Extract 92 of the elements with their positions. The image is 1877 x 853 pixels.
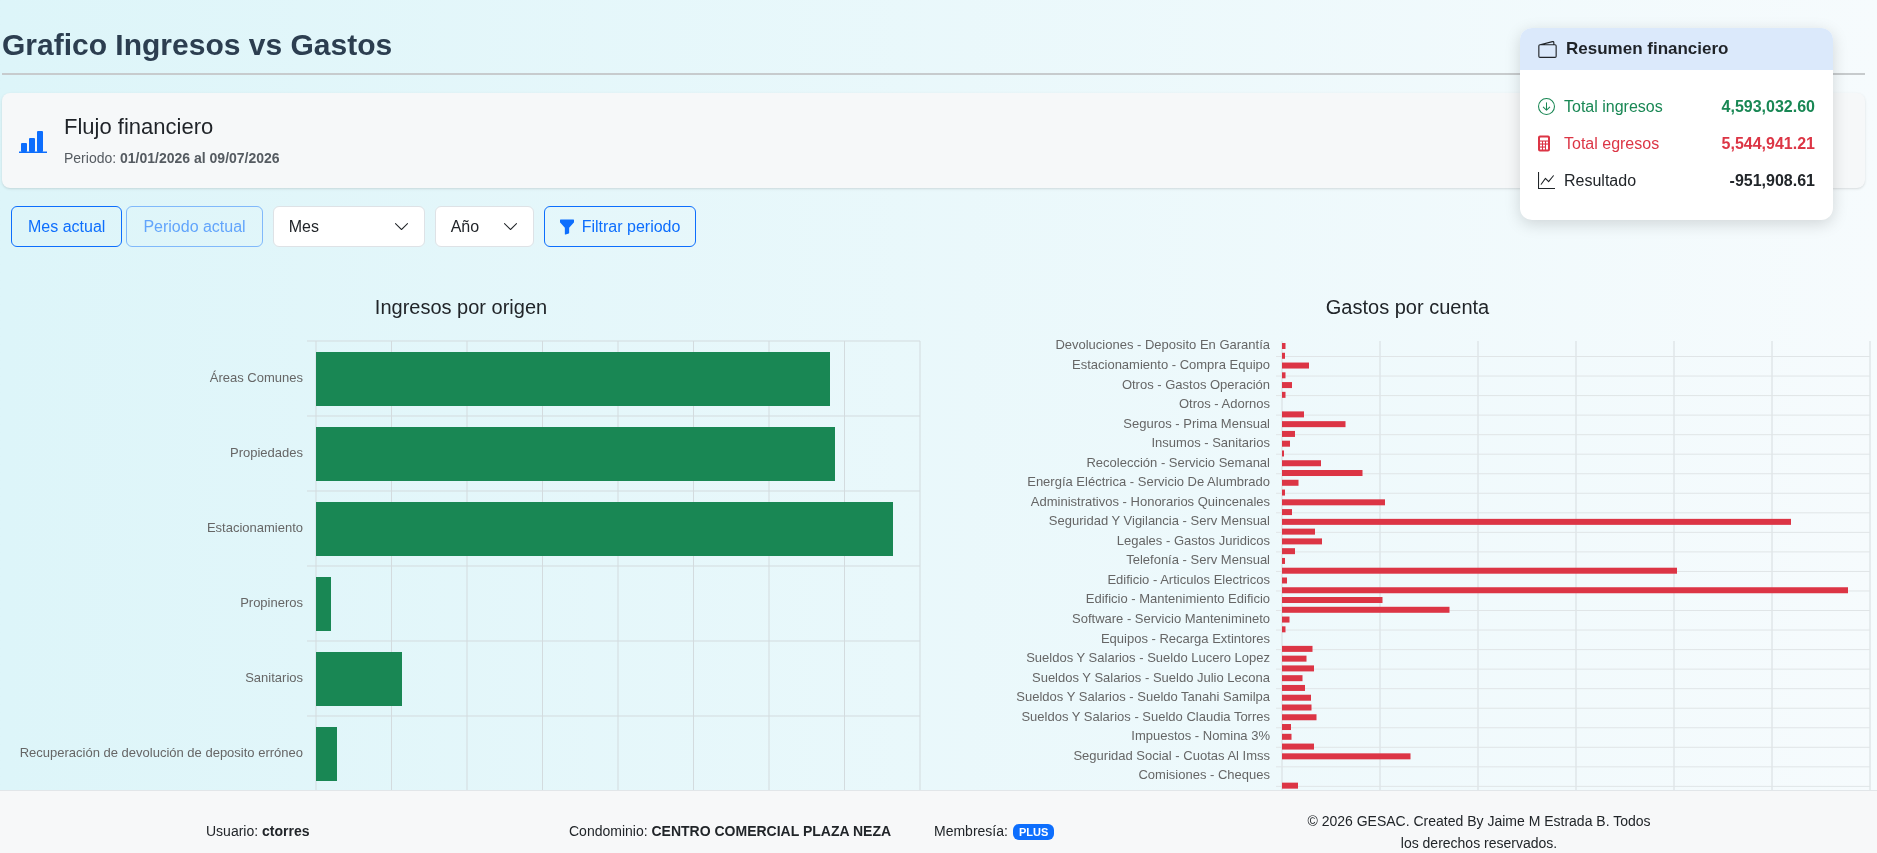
category-label: Seguros - Prima Mensual [1123, 415, 1270, 431]
summary-label: Resultado [1564, 170, 1637, 191]
period-button[interactable]: Mes actual [11, 206, 123, 247]
category-label: Energía Eléctrica - Servicio De Alumbrado [1027, 474, 1270, 490]
expense-bar [1282, 626, 1286, 633]
expense-bar [1282, 460, 1321, 467]
filter-icon [559, 218, 574, 235]
dropdown-select[interactable]: Año [434, 206, 534, 247]
summary-label: Total ingresos [1564, 96, 1663, 117]
expense-bar [1282, 479, 1299, 486]
expense-bar [1282, 665, 1314, 672]
category-label: Telefonía - Serv Mensual [1126, 552, 1270, 568]
category-label: Áreas Comunes [209, 370, 303, 386]
plan-badge: PLUS [1012, 823, 1055, 840]
category-label: Otros - Adornos [1178, 396, 1270, 412]
user-text: Usuario: ctorres [206, 823, 310, 839]
expense-bar [1282, 743, 1314, 750]
category-label: Recolección - Servicio Semanal [1086, 454, 1270, 470]
category-label: Sanitarios [245, 670, 303, 686]
expense-bar [1282, 509, 1292, 516]
wallet-icon [1538, 40, 1557, 58]
category-label: Propiedades [230, 445, 303, 461]
category-label: Administrativos - Honorarios Quincenales [1030, 493, 1270, 509]
category-label: Seguridad Y Vigilancia - Serv Mensual [1048, 513, 1270, 529]
category-label: Comisiones - Cheques [1138, 767, 1270, 783]
summary-title: Resumen financiero [1566, 38, 1729, 61]
expense-bar [1282, 352, 1285, 359]
chevron-down-icon [394, 223, 408, 230]
line-chart-icon [1538, 172, 1555, 189]
category-label: Estacionamiento [206, 520, 303, 536]
expense-bar [1282, 616, 1290, 623]
category-label: Estacionamiento - Compra Equipo [1072, 357, 1270, 372]
category-label: Sueldos Y Salarios - Sueldo Tanahi Samilpa [1016, 689, 1270, 705]
chart-title: Ingresos por origen [374, 296, 548, 318]
expense-bar [1282, 557, 1285, 564]
dropdown-select[interactable]: Mes [272, 206, 425, 247]
expense-bar [1282, 645, 1313, 652]
category-label: Sueldos Y Salarios - Sueldo Claudia Torres [1021, 708, 1270, 724]
income-bar [316, 727, 337, 781]
category-label: Recuperación de devolución de deposito erróneo [19, 745, 303, 761]
summary-value: 5,544,941.21 [1721, 133, 1815, 154]
expense-bar [1282, 430, 1295, 437]
category-label: Edificio - Articulos Electricos [1107, 571, 1270, 587]
category-label: Software - Servicio Mantenimineto [1072, 611, 1270, 626]
bar-chart-icon [19, 128, 47, 153]
card-title: Flujo financiero [64, 113, 214, 141]
category-label: Sueldos Y Salarios - Sueldo Lucero Lopez [1026, 650, 1270, 666]
expense-bar [1282, 382, 1292, 389]
category-label: Seguridad Social - Cuotas Al Imss [1073, 747, 1270, 763]
page-title: Grafico Ingresos vs Gastos [2, 27, 393, 63]
expense-bar [1282, 577, 1287, 584]
expense-bar [1282, 362, 1309, 369]
expense-bar [1282, 372, 1286, 379]
expense-bar [1282, 655, 1307, 662]
expense-bar [1282, 440, 1290, 447]
expense-bar [1282, 343, 1286, 349]
category-label: Legales - Gastos Juridicos [1116, 532, 1270, 548]
membership-label: Membresía: [934, 822, 1008, 841]
expense-bar [1282, 421, 1346, 428]
income-bar [316, 577, 331, 631]
expense-bar [1282, 714, 1317, 721]
chevron-down-icon [503, 223, 517, 230]
expense-bar [1282, 704, 1312, 711]
category-label: Otros - Gastos Operación [1121, 376, 1270, 392]
category-label: Devoluciones - Deposito En Garantía [1055, 337, 1270, 353]
category-label: Insumos - Sanitarios [1151, 435, 1270, 451]
category-label: Equipos - Recarga Extintores [1100, 630, 1270, 646]
expense-bar [1282, 489, 1285, 496]
expense-bar [1282, 538, 1322, 545]
condo-text: Condominio: CENTRO COMERCIAL PLAZA NEZA [569, 823, 892, 839]
category-label: Impuestos - Nomina 3% [1131, 728, 1270, 744]
summary-label: Total egresos [1564, 133, 1660, 154]
filter-button[interactable]: Filtrar periodo [543, 206, 697, 247]
calculator-icon [1538, 135, 1550, 152]
copyright-text: © 2026 GESAC. Created By Jaime M Estrada B. Todos los derechos reservados. [1306, 811, 1652, 853]
expense-bar [1282, 391, 1286, 398]
chart-title: Gastos por cuenta [1325, 296, 1490, 318]
expense-bar [1282, 411, 1304, 418]
category-label: Edificio - Mantenimiento Edificio [1085, 591, 1270, 607]
category-label: Sueldos Y Salarios - Sueldo Julio Lecona [1032, 669, 1270, 685]
expense-bar [1282, 694, 1311, 701]
period-text: Periodo: 01/01/2026 al 09/07/2026 [64, 149, 280, 168]
expense-bar [1282, 528, 1315, 535]
expense-bar [1282, 675, 1303, 682]
summary-value: 4,593,032.60 [1721, 96, 1815, 117]
expense-bar [1282, 724, 1291, 731]
summary-value: -951,908.61 [1729, 170, 1815, 191]
expense-bar [1282, 733, 1292, 740]
expense-bar [1282, 548, 1295, 555]
expense-bar [1282, 684, 1305, 691]
expense-bar [1282, 782, 1298, 789]
category-label: Propineros [240, 595, 303, 611]
